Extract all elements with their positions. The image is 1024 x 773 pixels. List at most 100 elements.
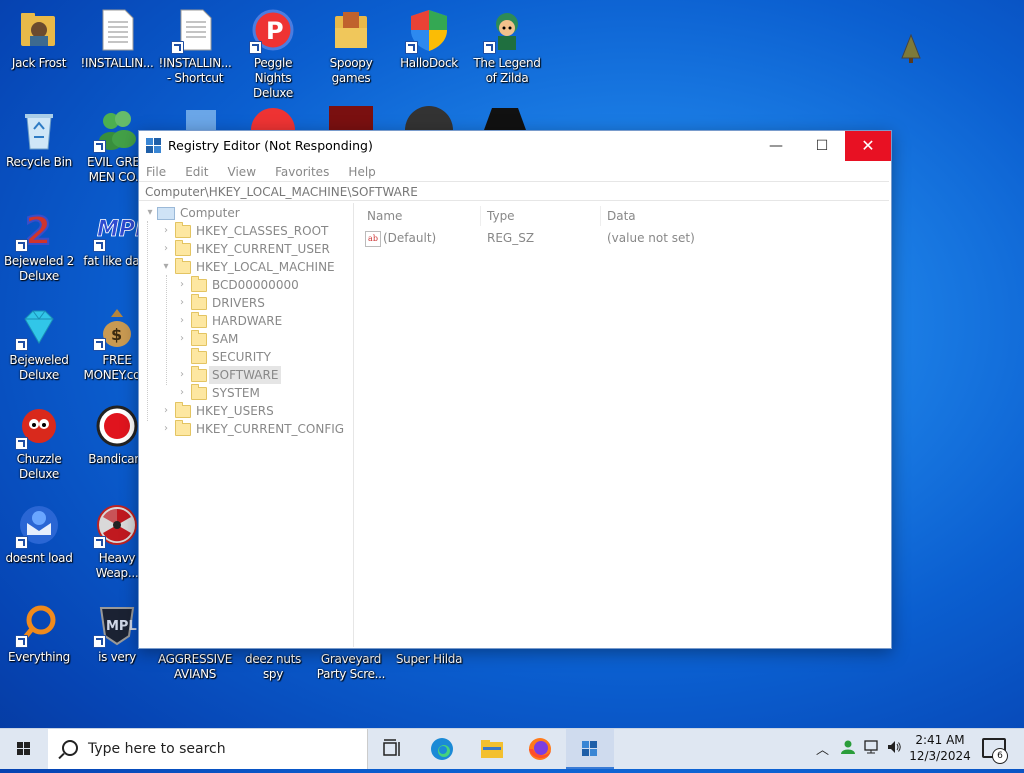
column-header-type[interactable]: Type <box>487 209 515 223</box>
folder-icon <box>191 366 207 382</box>
computer-icon <box>157 207 175 220</box>
desktop-icon-installing-shortcut[interactable]: !INSTALLIN... - Shortcut <box>156 8 234 86</box>
network-icon[interactable] <box>864 739 880 759</box>
column-header-name[interactable]: Name <box>367 209 402 223</box>
address-bar[interactable]: Computer\HKEY_LOCAL_MACHINE\SOFTWARE <box>139 181 889 201</box>
search-icon <box>62 740 78 756</box>
system-clock[interactable]: 2:41 AM 12/3/2024 <box>908 732 972 764</box>
shortcut-arrow-icon <box>15 338 28 351</box>
bejeweled-2-icon: 2 <box>15 206 61 254</box>
text-document-icon <box>171 8 217 54</box>
desktop-icon-installing[interactable]: !INSTALLIN... <box>78 8 156 71</box>
desktop-icon-chuzzle[interactable]: Chuzzle Deluxe <box>0 404 78 482</box>
tree-node-label: SAM <box>212 332 239 346</box>
desktop-icon-super-hilda[interactable]: Super Hilda <box>390 652 468 667</box>
desktop-icon-graveyard-party[interactable]: Graveyard Party Scre... <box>312 652 390 682</box>
taskbar-edge[interactable] <box>418 729 466 769</box>
menu-help[interactable]: Help <box>341 162 382 179</box>
firefox-icon <box>529 738 551 760</box>
edge-icon <box>431 738 453 760</box>
shortcut-arrow-icon <box>93 338 106 351</box>
start-button[interactable] <box>0 729 48 769</box>
taskbar-file-explorer[interactable] <box>468 729 516 769</box>
folder-icon <box>175 258 191 274</box>
taskbar-search-box[interactable]: Type here to search <box>48 729 368 769</box>
chevron-right-icon[interactable]: › <box>161 402 171 420</box>
desktop-icon-bejeweled-deluxe[interactable]: Bejeweled Deluxe <box>0 305 78 383</box>
menu-favorites[interactable]: Favorites <box>268 162 336 179</box>
desktop-icon-deez-nuts-spy[interactable]: deez nuts spy <box>234 652 312 682</box>
svg-text:P: P <box>266 17 284 45</box>
svg-text:2: 2 <box>25 209 51 250</box>
volume-icon[interactable] <box>886 739 902 759</box>
folder-icon <box>481 740 503 758</box>
chevron-right-icon[interactable]: › <box>177 276 187 294</box>
chevron-down-icon[interactable]: ▾ <box>161 258 171 276</box>
desktop-icon-label: is very <box>98 650 136 664</box>
taskbar-registry-editor[interactable] <box>566 729 614 769</box>
registry-editor-window[interactable]: Registry Editor (Not Responding) — ☐ ✕ F… <box>138 130 892 649</box>
shortcut-arrow-icon <box>93 635 106 648</box>
desktop-icon-aggressive-avians[interactable]: AGGRESSIVE AVIANS <box>156 652 234 682</box>
clock-date: 12/3/2024 <box>909 749 971 763</box>
diamond-icon <box>15 305 61 351</box>
desktop-icon-recycle-bin[interactable]: Recycle Bin <box>0 107 78 170</box>
chevron-right-icon[interactable]: › <box>161 420 171 438</box>
chevron-right-icon[interactable]: › <box>177 330 187 348</box>
shortcut-arrow-icon <box>15 536 28 549</box>
key-tree[interactable]: ▾ Computer › HKEY_CLASSES_ROOT › HKEY_CU… <box>139 203 354 647</box>
peggle-logo-icon: P <box>249 8 295 54</box>
desktop-icon-everything[interactable]: Everything <box>0 602 78 665</box>
minimize-button[interactable]: — <box>753 131 799 161</box>
magnifier-icon <box>15 602 61 648</box>
radiation-icon <box>93 503 139 549</box>
desktop-icon-label: !INSTALLIN... - Shortcut <box>158 56 232 85</box>
show-hidden-icons-chevron-icon[interactable]: ︿ <box>816 739 829 758</box>
svg-text:MPL: MPL <box>106 619 137 634</box>
tree-node-label: SECURITY <box>212 350 271 364</box>
chevron-right-icon[interactable]: › <box>177 366 187 384</box>
desktop-icon-label: AGGRESSIVE AVIANS <box>157 652 233 681</box>
chevron-right-icon[interactable]: › <box>161 222 171 240</box>
menu-edit[interactable]: Edit <box>178 162 215 179</box>
shortcut-arrow-icon <box>171 41 184 54</box>
hidden-icon-tops <box>170 104 540 154</box>
taskbar: Type here to search ︿ 2:41 AM 12/3/2024 … <box>0 728 1024 769</box>
tree-guide-line <box>147 221 148 421</box>
column-divider[interactable] <box>600 206 601 226</box>
title-bar[interactable]: Registry Editor (Not Responding) — ☐ ✕ <box>139 131 891 161</box>
tree-icon[interactable] <box>900 33 922 64</box>
maximize-button[interactable]: ☐ <box>799 131 845 161</box>
value-name-cell[interactable]: (Default) <box>383 231 436 245</box>
task-view-button[interactable] <box>368 729 416 769</box>
shortcut-arrow-icon <box>405 41 418 54</box>
desktop-icon-doesnt-load[interactable]: doesnt load <box>0 503 78 566</box>
chevron-right-icon[interactable]: › <box>161 240 171 258</box>
folder-avatar-icon <box>17 8 61 52</box>
chevron-right-icon[interactable]: › <box>177 312 187 330</box>
shortcut-arrow-icon <box>93 140 106 153</box>
chevron-down-icon[interactable]: ▾ <box>145 204 155 222</box>
desktop-icon-spoopy-games[interactable]: Spoopy games <box>312 8 390 86</box>
menu-view[interactable]: View <box>221 162 263 179</box>
user-network-icon[interactable] <box>840 739 856 759</box>
tree-node-label: HKEY_CURRENT_CONFIG <box>196 422 345 436</box>
desktop-icon-peggle-nights[interactable]: P Peggle Nights Deluxe <box>234 8 312 101</box>
values-list[interactable]: Name Type Data ab (Default) REG_SZ (valu… <box>359 203 889 647</box>
menu-file[interactable]: File <box>139 162 173 179</box>
green-people-icon <box>93 107 139 153</box>
desktop-icon-jack-frost[interactable]: Jack Frost <box>0 8 78 71</box>
desktop-icon-hallodock[interactable]: HalloDock <box>390 8 468 71</box>
column-divider[interactable] <box>480 206 481 226</box>
value-data-cell: (value not set) <box>607 231 695 245</box>
chevron-right-icon[interactable]: › <box>177 294 187 312</box>
close-button[interactable]: ✕ <box>845 131 891 161</box>
desktop-icon-legend-of-zilda[interactable]: The Legend of Zilda <box>468 8 546 86</box>
shortcut-arrow-icon <box>93 536 106 549</box>
chevron-right-icon[interactable]: › <box>177 384 187 402</box>
tree-node-label: SOFTWARE <box>209 366 282 384</box>
column-header-data[interactable]: Data <box>607 209 636 223</box>
desktop-icon-bejeweled-2[interactable]: 2 Bejeweled 2 Deluxe <box>0 206 78 284</box>
taskbar-firefox[interactable] <box>516 729 564 769</box>
tree-node-label: DRIVERS <box>212 296 265 310</box>
